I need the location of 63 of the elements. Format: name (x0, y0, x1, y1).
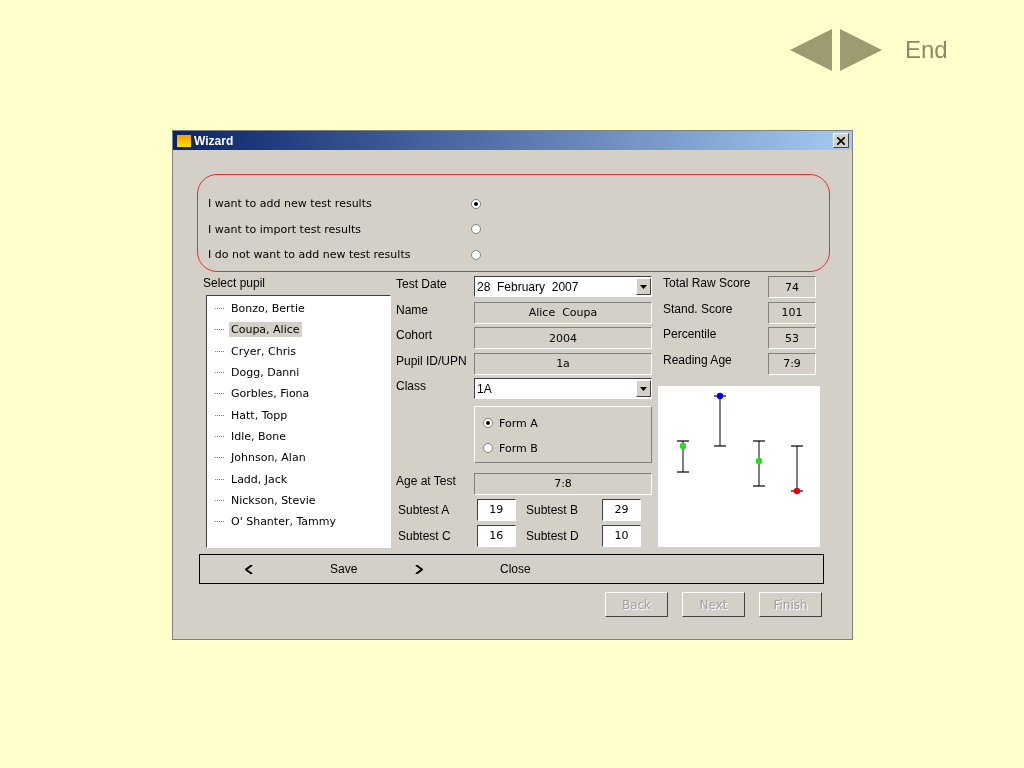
subtest-input[interactable]: 19 (476, 498, 516, 521)
field-label: Cohort (396, 327, 434, 342)
error-bar-drawing (752, 440, 766, 487)
field-label: Test Date (396, 276, 448, 291)
score-value: 101 (768, 301, 816, 324)
window-title: Wizard (194, 133, 235, 148)
radio-button[interactable] (471, 249, 481, 260)
subtest-label: Subtest D (525, 528, 580, 543)
pupil-item[interactable]: Coupa, Alice (229, 322, 302, 338)
pupil-item[interactable]: O' Shanter, Tammy (229, 514, 339, 530)
radio-button[interactable] (471, 224, 481, 235)
option-label: I want to add new test results (208, 197, 373, 211)
error-bar-drawing (713, 392, 727, 447)
subtest-input[interactable]: 10 (602, 524, 641, 547)
option-label: I want to import test results (208, 222, 363, 236)
pupil-item[interactable]: Bonzo, Bertie (229, 301, 307, 317)
subtest-label: Subtest B (525, 502, 580, 517)
subtest-input[interactable]: 29 (602, 498, 641, 521)
left-chevron-icon[interactable] (245, 564, 253, 574)
score-label: Percentile (662, 327, 718, 341)
app-icon (177, 134, 191, 147)
radio-button[interactable] (483, 418, 493, 428)
pupil-item[interactable]: Johnson, Alan (229, 450, 308, 466)
subtest-label: Subtest C (397, 528, 452, 543)
error-bar-drawing (676, 440, 690, 473)
field-label: Class (396, 378, 427, 393)
option-label: I do not want to add new test results (208, 248, 412, 262)
readonly-field: 2004 (474, 327, 652, 349)
pupil-item[interactable]: Ladd, Jack (229, 471, 290, 487)
form-option-label: Form B (499, 441, 538, 455)
radio-button[interactable] (471, 198, 481, 209)
dropdown-field[interactable]: 1A (474, 378, 652, 399)
score-label: Reading Age (662, 352, 733, 367)
close-icon[interactable] (833, 133, 849, 148)
forward-triangle-icon[interactable] (840, 29, 882, 71)
back-triangle-icon[interactable] (790, 29, 832, 71)
field-label: Pupil ID/UPN (396, 352, 468, 368)
pupil-item[interactable]: Hatt, Topp (229, 407, 290, 423)
pupil-item[interactable]: Nickson, Stevie (229, 492, 318, 508)
pupil-item[interactable]: Dogg, Danni (229, 365, 302, 381)
form-option-label: Form A (499, 416, 538, 430)
pupil-item[interactable]: Gorbles, Fiona (229, 386, 312, 402)
score-label: Stand. Score (662, 301, 734, 316)
readonly-field: 1a (474, 352, 652, 375)
pupil-item[interactable]: Cryer, Chris (229, 343, 298, 359)
list-label: Select pupil (203, 276, 267, 290)
toolbar-button[interactable]: Save (330, 562, 370, 576)
right-chevron-icon[interactable] (415, 564, 423, 574)
dropdown-field[interactable]: 28 February 2007 (474, 276, 652, 297)
readonly-field: 7:8 (474, 472, 652, 495)
error-bar-drawing (790, 445, 804, 495)
subtest-input[interactable]: 16 (476, 524, 516, 547)
score-value: 7:9 (768, 352, 816, 375)
score-value: 74 (768, 276, 816, 298)
radio-button[interactable] (483, 443, 493, 453)
toolbar-button[interactable]: Close (500, 562, 540, 576)
readonly-field: Alice Coupa (474, 301, 652, 324)
score-value: 53 (768, 327, 816, 349)
score-label: Total Raw Score (662, 276, 752, 290)
subtest-label: Subtest A (397, 502, 451, 517)
pupil-item[interactable]: Idle, Bone (229, 428, 289, 444)
field-label: Age at Test (396, 472, 457, 488)
field-label: Name (396, 301, 429, 317)
